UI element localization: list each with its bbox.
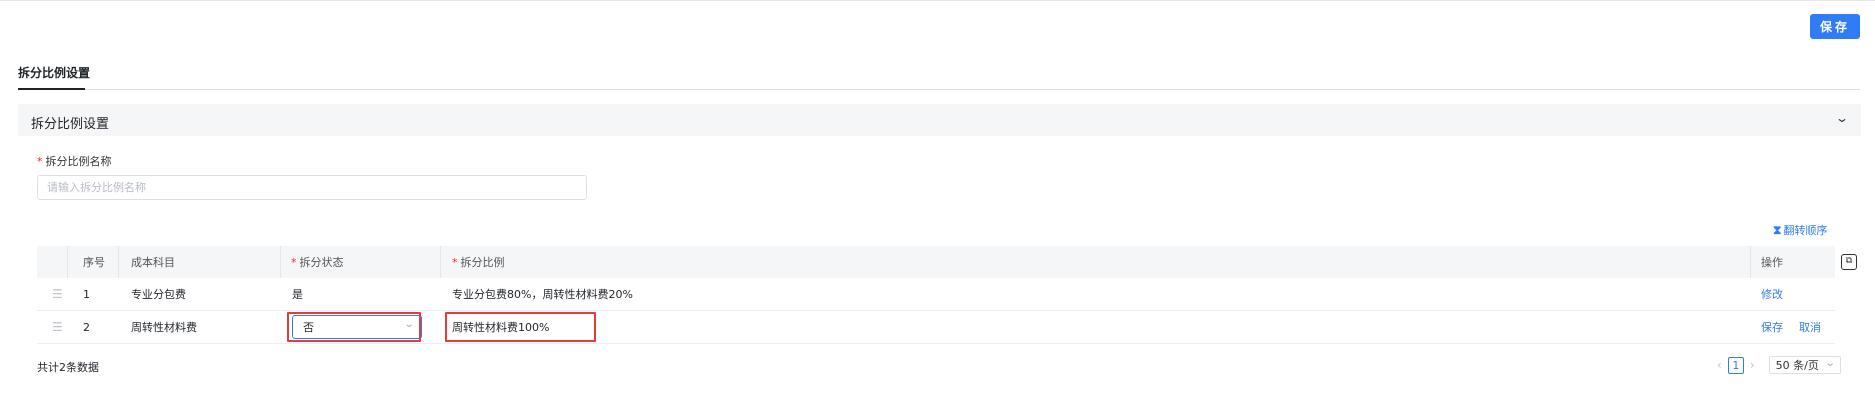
- chevron-down-icon[interactable]: ⌄: [1835, 111, 1849, 125]
- row-index: 1: [83, 287, 90, 301]
- row-index: 2: [83, 320, 90, 334]
- required-mark: *: [452, 255, 458, 269]
- table-header: 序号 成本科目 * 拆分状态 * 拆分比例 操作: [37, 246, 1835, 278]
- row-status: 是: [292, 288, 303, 301]
- flip-order-button[interactable]: ⧗ 翻转顺序: [1773, 222, 1827, 238]
- top-divider: [0, 0, 1875, 1]
- next-page-icon[interactable]: ›: [1750, 358, 1755, 372]
- header-index: 序号: [83, 256, 105, 269]
- tab-split-ratio-settings[interactable]: 拆分比例设置: [18, 64, 90, 81]
- ratio-name-label-text: 拆分比例名称: [45, 155, 112, 168]
- header-subject: 成本科目: [131, 256, 175, 269]
- split-ratio-table: 序号 成本科目 * 拆分状态 * 拆分比例 操作 ☰ 1 专业分包费 是 专业分包费…: [37, 246, 1835, 344]
- required-mark: *: [291, 255, 297, 269]
- ratio-name-label: * 拆分比例名称: [37, 153, 112, 169]
- save-button[interactable]: 保存: [1810, 14, 1860, 39]
- required-mark: *: [37, 155, 43, 168]
- table-row-editing: ☰ 2 周转性材料费 否 ⌄ 周转性材料费100% 保存 取消: [37, 311, 1835, 344]
- active-tab-indicator: [18, 88, 85, 90]
- pagination: ‹ 1 › 50 条/页 ⌄: [1717, 356, 1841, 374]
- chevron-down-icon: ⌄: [1824, 358, 1836, 369]
- page-size-select[interactable]: 50 条/页 ⌄: [1768, 356, 1841, 374]
- header-status: * 拆分状态: [291, 246, 344, 278]
- edit-link[interactable]: 修改: [1761, 278, 1783, 310]
- prev-page-icon[interactable]: ‹: [1717, 358, 1722, 372]
- header-status-text: 拆分状态: [299, 256, 344, 269]
- page-size-value: 50 条/页: [1775, 359, 1819, 372]
- tab-bar-divider: [18, 89, 1860, 90]
- section-title: 拆分比例设置: [31, 117, 110, 132]
- header-ratio: * 拆分比例: [452, 246, 505, 278]
- status-highlight-box: [287, 312, 421, 342]
- total-count: 共计2条数据: [37, 361, 99, 374]
- header-action: 操作: [1761, 256, 1783, 269]
- collapse-panel-header[interactable]: 拆分比例设置 ⌄: [18, 104, 1861, 136]
- row-subject: 周转性材料费: [131, 321, 197, 334]
- cancel-row-link[interactable]: 取消: [1799, 311, 1821, 343]
- ratio-name-input[interactable]: [37, 175, 587, 200]
- column-settings-icon[interactable]: ⧉: [1841, 254, 1857, 270]
- table-row: ☰ 1 专业分包费 是 专业分包费80%，周转性材料费20% 修改: [37, 278, 1835, 311]
- column-divider: [1750, 246, 1751, 278]
- ratio-highlight-box: [445, 312, 596, 342]
- column-divider: [118, 246, 119, 278]
- column-divider: [440, 246, 441, 278]
- page-number-current[interactable]: 1: [1727, 356, 1744, 374]
- row-ratio: 专业分包费80%，周转性材料费20%: [452, 288, 633, 301]
- drag-handle-icon[interactable]: ☰: [52, 278, 63, 310]
- header-ratio-text: 拆分比例: [460, 256, 505, 269]
- column-divider: [280, 246, 281, 278]
- column-divider: [67, 246, 68, 278]
- flip-order-label: 翻转顺序: [1783, 224, 1828, 237]
- hourglass-icon: ⧗: [1773, 222, 1782, 237]
- save-row-link[interactable]: 保存: [1761, 311, 1783, 343]
- row-subject: 专业分包费: [131, 288, 186, 301]
- drag-handle-icon[interactable]: ☰: [52, 311, 63, 343]
